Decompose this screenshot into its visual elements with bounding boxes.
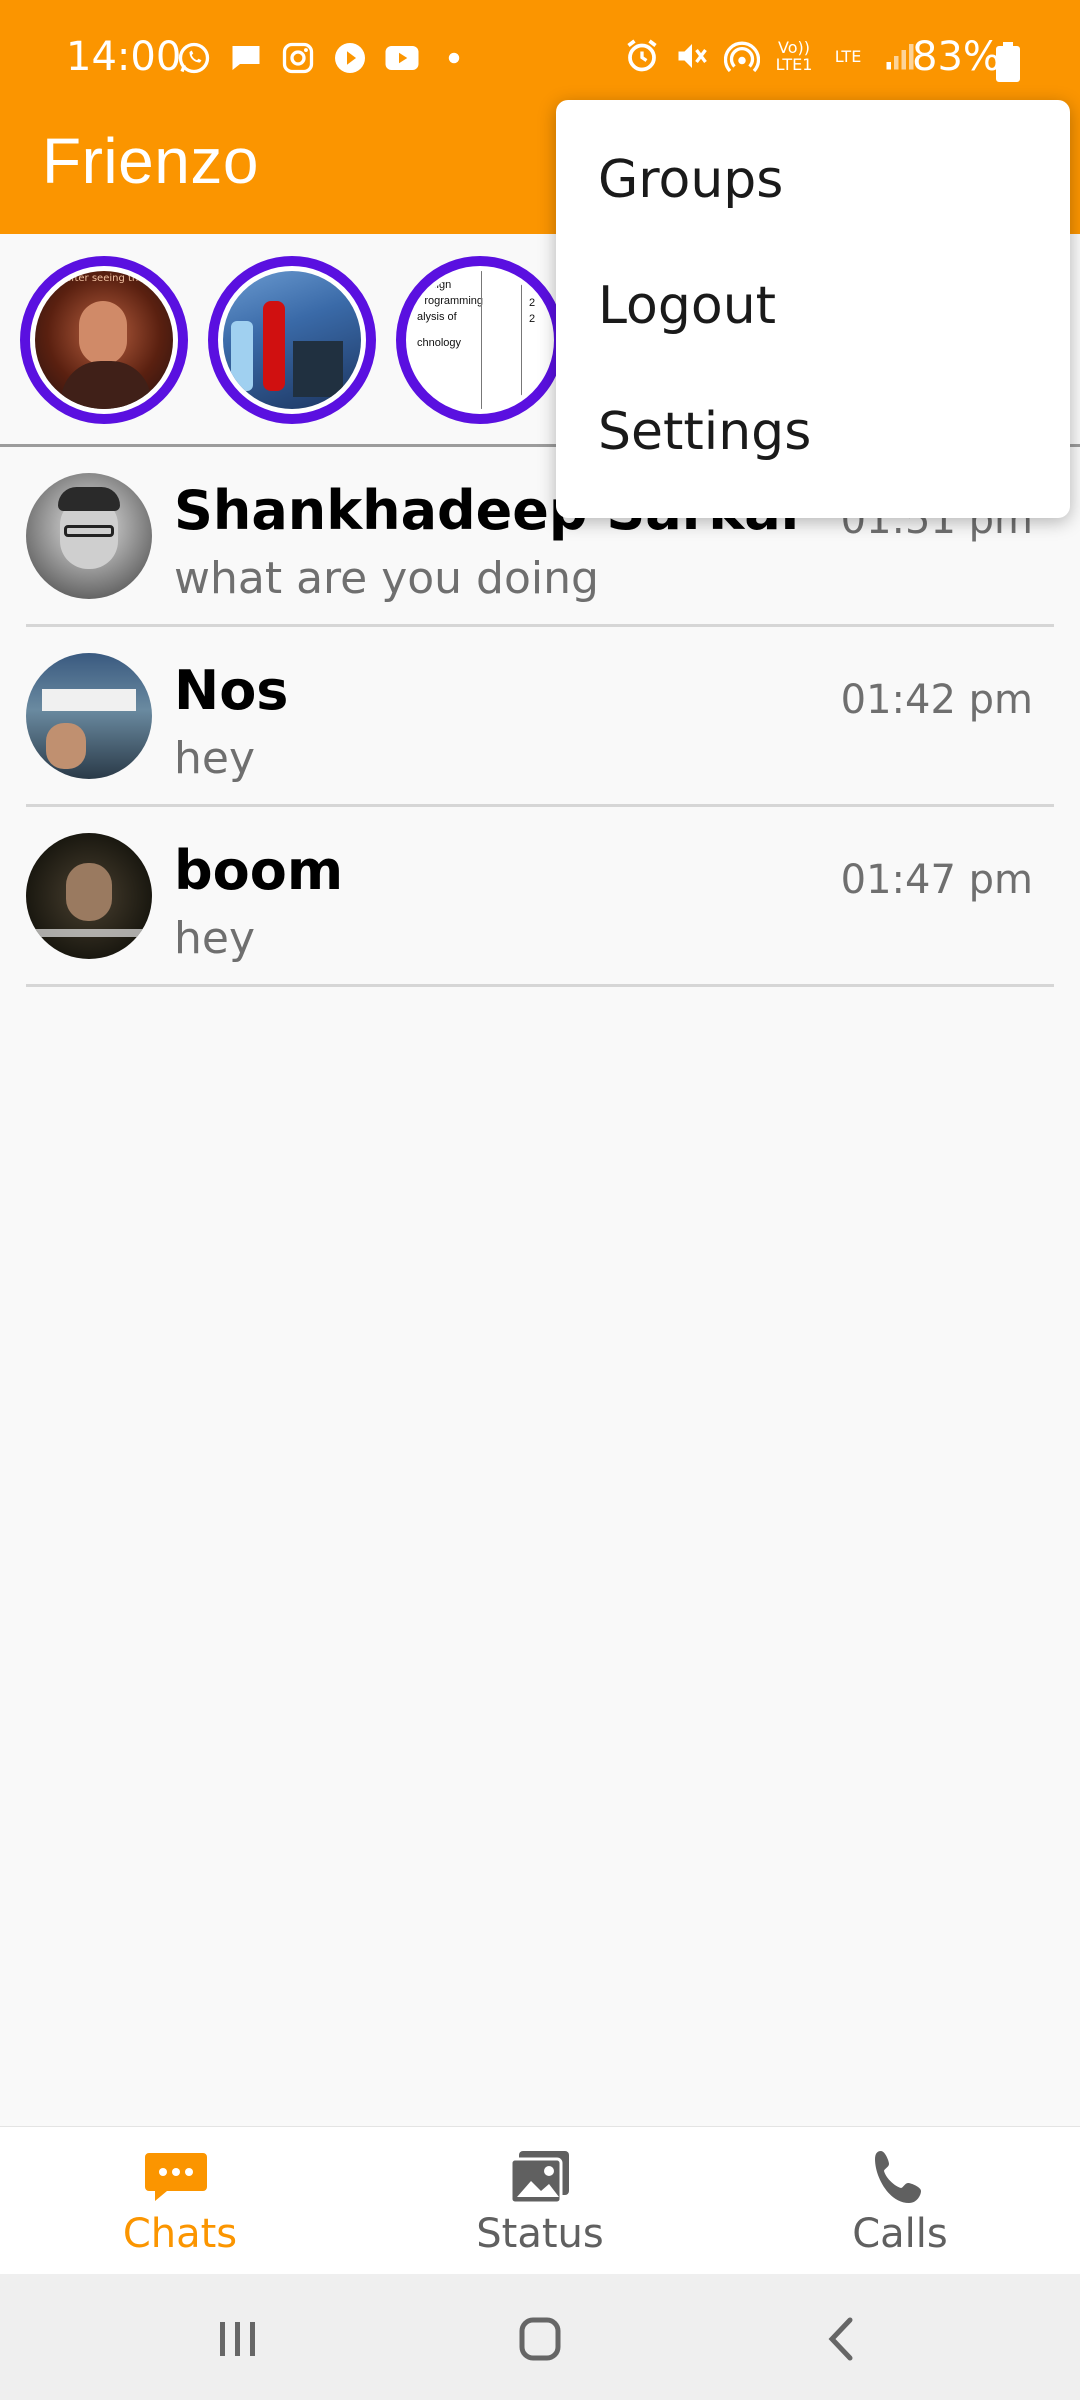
row-divider: [26, 984, 1054, 987]
home-icon[interactable]: [510, 2314, 570, 2364]
message-icon: [228, 40, 264, 76]
menu-item-logout[interactable]: Logout: [598, 276, 776, 336]
recents-icon[interactable]: [208, 2314, 268, 2364]
water-bottle-shape: [231, 321, 253, 391]
contact-name: Nos: [174, 659, 289, 722]
bottle-shape: [263, 301, 285, 391]
youtube-icon: [384, 40, 420, 76]
phone-icon: [865, 2147, 935, 2211]
nav-status[interactable]: Status: [360, 2127, 720, 2275]
chair-shape: [293, 341, 343, 397]
avatar: [26, 833, 152, 959]
nav-label-calls: Calls: [852, 2211, 948, 2257]
lte-icon: LTE: [834, 46, 862, 66]
instagram-icon: [280, 40, 316, 76]
body-shape: [61, 361, 151, 409]
story-avatar-1[interactable]: after seeing th: [20, 256, 188, 424]
last-message: hey: [174, 913, 255, 964]
story-avatar-3[interactable]: Design Programming alysis of chnology 2 …: [396, 256, 564, 424]
battery-icon: [996, 42, 1020, 82]
system-status-icons: Vo)) LTE1 LTE: [624, 38, 918, 74]
message-time: 01:47 pm: [840, 857, 1033, 903]
story-avatar-2[interactable]: [208, 256, 376, 424]
chat-icon: [145, 2147, 215, 2211]
image-icon: [505, 2147, 575, 2211]
app-title: Frienzo: [42, 125, 259, 197]
back-icon[interactable]: [812, 2314, 872, 2364]
whatsapp-icon: [176, 40, 212, 76]
face-shape: [79, 301, 127, 365]
hotspot-icon: [724, 38, 760, 74]
mute-icon: [674, 38, 710, 74]
overflow-menu: Groups Logout Settings: [556, 100, 1070, 518]
volte-icon: Vo)) LTE1: [775, 38, 813, 74]
nav-label-chats: Chats: [122, 2211, 238, 2257]
avatar: [26, 473, 152, 599]
avatar: [26, 653, 152, 779]
play-icon: [332, 40, 368, 76]
alarm-icon: [624, 38, 660, 74]
notification-icons: [176, 40, 472, 76]
menu-item-groups[interactable]: Groups: [598, 150, 783, 210]
nav-label-status: Status: [476, 2211, 604, 2257]
bottom-navigation: Chats Status Calls: [0, 2126, 1080, 2275]
status-time: 14:00: [66, 34, 182, 80]
chat-item[interactable]: Nos hey 01:42 pm: [0, 627, 1080, 807]
chat-item[interactable]: boom hey 01:47 pm: [0, 807, 1080, 987]
menu-item-settings[interactable]: Settings: [598, 402, 811, 462]
dot-icon: [436, 40, 472, 76]
battery-percent: 83%: [912, 34, 1001, 80]
nav-chats[interactable]: Chats: [0, 2127, 360, 2275]
system-navigation-bar: [0, 2274, 1080, 2400]
last-message: what are you doing: [174, 553, 599, 604]
message-time: 01:42 pm: [840, 677, 1033, 723]
last-message: hey: [174, 733, 255, 784]
nav-calls[interactable]: Calls: [720, 2127, 1080, 2275]
contact-name: boom: [174, 839, 344, 902]
